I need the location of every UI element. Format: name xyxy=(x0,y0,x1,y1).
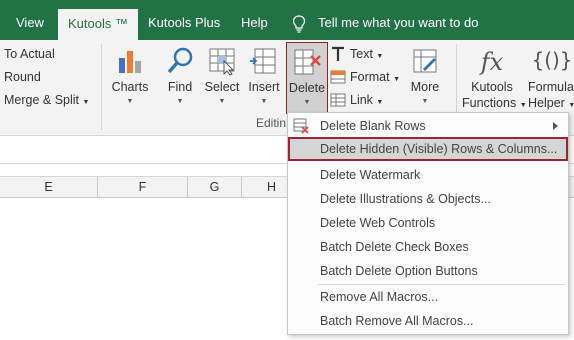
menu-item-label: Remove All Macros... xyxy=(320,290,439,304)
column-header-f[interactable]: F xyxy=(98,177,188,198)
chevron-down-icon: ▼ xyxy=(82,99,90,106)
tab-view[interactable]: View xyxy=(16,8,44,40)
chevron-down-icon: ▼ xyxy=(303,99,311,106)
tab-kutools-plus[interactable]: Kutools Plus xyxy=(148,8,220,40)
insert-rows-icon xyxy=(250,48,276,74)
more-tools-icon xyxy=(413,49,437,73)
round-button[interactable]: Round xyxy=(4,67,41,87)
bar-chart-icon xyxy=(119,51,141,73)
chevron-right-icon xyxy=(553,122,558,130)
select-button[interactable]: Select ▼ xyxy=(202,42,242,126)
ribbon-tab-bar: View Kutools ™ Kutools Plus Help Tell me… xyxy=(0,0,574,40)
to-actual-button[interactable]: To Actual xyxy=(4,44,55,64)
menu-item-delete-web-controls[interactable]: Delete Web Controls xyxy=(288,211,568,235)
chevron-down-icon: ▼ xyxy=(260,98,268,105)
menu-item-label: Delete Web Controls xyxy=(320,216,436,230)
menu-item-batch-delete-check-boxes[interactable]: Batch Delete Check Boxes xyxy=(288,235,568,259)
chevron-down-icon: ▼ xyxy=(176,98,184,105)
to-actual-label: To Actual xyxy=(4,47,55,61)
charts-label: Charts xyxy=(111,80,149,94)
menu-item-label: Delete Hidden (Visible) Rows & Columns..… xyxy=(320,142,558,156)
editing-group-label: Editin xyxy=(256,116,287,130)
tab-help[interactable]: Help xyxy=(241,8,268,40)
chevron-down-icon: ▼ xyxy=(393,76,401,83)
delete-rows-icon xyxy=(294,49,321,75)
kutools-functions-label-2: Functions xyxy=(462,96,517,110)
group-divider xyxy=(101,44,102,130)
delete-blank-rows-icon xyxy=(293,118,309,134)
link-label: Link xyxy=(350,93,373,107)
column-header-g[interactable]: G xyxy=(188,177,242,198)
select-cells-icon xyxy=(209,48,235,76)
insert-button[interactable]: Insert ▼ xyxy=(244,42,284,126)
menu-item-label: Batch Remove All Macros... xyxy=(320,314,474,328)
kutools-functions-label-1: Kutools xyxy=(471,80,513,94)
menu-item-batch-delete-option-buttons[interactable]: Batch Delete Option Buttons xyxy=(288,259,568,283)
menu-item-label: Delete Illustrations & Objects... xyxy=(320,192,491,206)
menu-item-label: Batch Delete Option Buttons xyxy=(320,264,478,278)
format-icon xyxy=(330,70,346,84)
menu-item-label: Delete Blank Rows xyxy=(320,119,426,133)
chevron-down-icon: ▼ xyxy=(568,102,574,109)
merge-split-label: Merge & Split xyxy=(4,93,80,107)
chevron-down-icon: ▼ xyxy=(376,99,384,106)
format-label: Format xyxy=(350,70,390,84)
formula-braces-icon: {()} xyxy=(531,48,573,72)
tab-kutools[interactable]: Kutools ™ xyxy=(58,9,138,40)
menu-item-delete-blank-rows[interactable]: Delete Blank Rows xyxy=(288,114,568,138)
find-button[interactable]: Find ▼ xyxy=(160,42,200,126)
charts-button[interactable]: Charts ▼ xyxy=(108,42,152,126)
insert-label: Insert xyxy=(248,80,280,94)
chevron-down-icon: ▼ xyxy=(376,53,384,60)
menu-item-batch-remove-all-macros[interactable]: Batch Remove All Macros... xyxy=(288,309,568,333)
menu-item-delete-watermark[interactable]: Delete Watermark xyxy=(288,163,568,187)
round-label: Round xyxy=(4,70,41,84)
formula-helper-label-2: Helper xyxy=(528,96,565,110)
delete-dropdown-menu: Delete Blank Rows Delete Hidden (Visible… xyxy=(287,112,569,335)
menu-item-label: Delete Watermark xyxy=(320,168,421,182)
text-icon xyxy=(332,46,344,61)
merge-split-button[interactable]: Merge & Split ▼ xyxy=(4,90,89,110)
chevron-down-icon: ▼ xyxy=(218,98,226,105)
formula-helper-label-1: Formula xyxy=(528,80,574,94)
lightbulb-icon xyxy=(292,15,306,33)
tell-me-text: Tell me what you want to do xyxy=(318,15,479,30)
delete-label: Delete xyxy=(288,81,326,95)
menu-item-label: Batch Delete Check Boxes xyxy=(320,240,469,254)
find-label: Find xyxy=(167,80,193,94)
more-label: More xyxy=(410,80,440,94)
link-icon xyxy=(330,93,346,107)
chevron-down-icon: ▼ xyxy=(126,98,134,105)
delete-button[interactable]: Delete ▼ xyxy=(286,42,328,114)
menu-item-delete-hidden-rows-columns[interactable]: Delete Hidden (Visible) Rows & Columns..… xyxy=(288,137,568,161)
function-fx-icon: fx xyxy=(480,48,504,76)
search-icon xyxy=(167,47,193,74)
text-label: Text xyxy=(350,47,373,61)
menu-item-delete-illustrations-objects[interactable]: Delete Illustrations & Objects... xyxy=(288,187,568,211)
chevron-down-icon: ▼ xyxy=(421,98,429,105)
column-header-e[interactable]: E xyxy=(0,177,98,198)
select-label: Select xyxy=(204,80,240,94)
menu-item-remove-all-macros[interactable]: Remove All Macros... xyxy=(288,285,568,309)
